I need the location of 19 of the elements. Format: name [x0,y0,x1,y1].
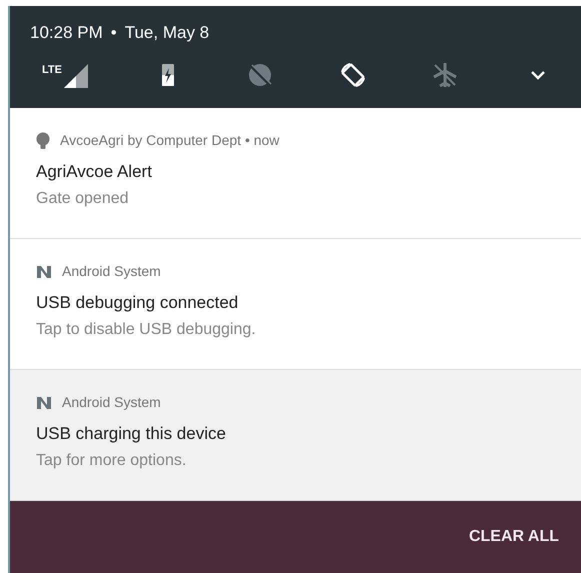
app-name: Android System [62,262,161,281]
notification-text: Gate opened [36,188,130,208]
notification-title: AgriAvcoe Alert [36,161,153,183]
app-name: Android System [62,393,161,412]
notification-text: Tap to disable USB debugging. [36,320,257,340]
separator-dot: • [110,23,117,42]
notification-text: Tap for more options. [36,450,188,470]
lte-label: LTE [42,62,62,78]
n-logo-icon [36,264,52,278]
signal-tile[interactable]: LTE [42,60,90,90]
clear-all-button[interactable]: CLEAR ALL [468,519,559,555]
app-name: AvcoeAgri by Computer Dept • now [60,131,280,150]
notification-title: USB charging this device [36,423,227,445]
time-text: 10:28 PM [30,23,103,42]
lightbulb-icon [36,132,50,150]
n-logo-icon [36,396,52,410]
date-text: Tue, May 8 [124,23,210,42]
notification-card[interactable]: Android System USB charging this device Tap for more options. [10,370,581,501]
notification-title: USB debugging connected [36,292,240,314]
